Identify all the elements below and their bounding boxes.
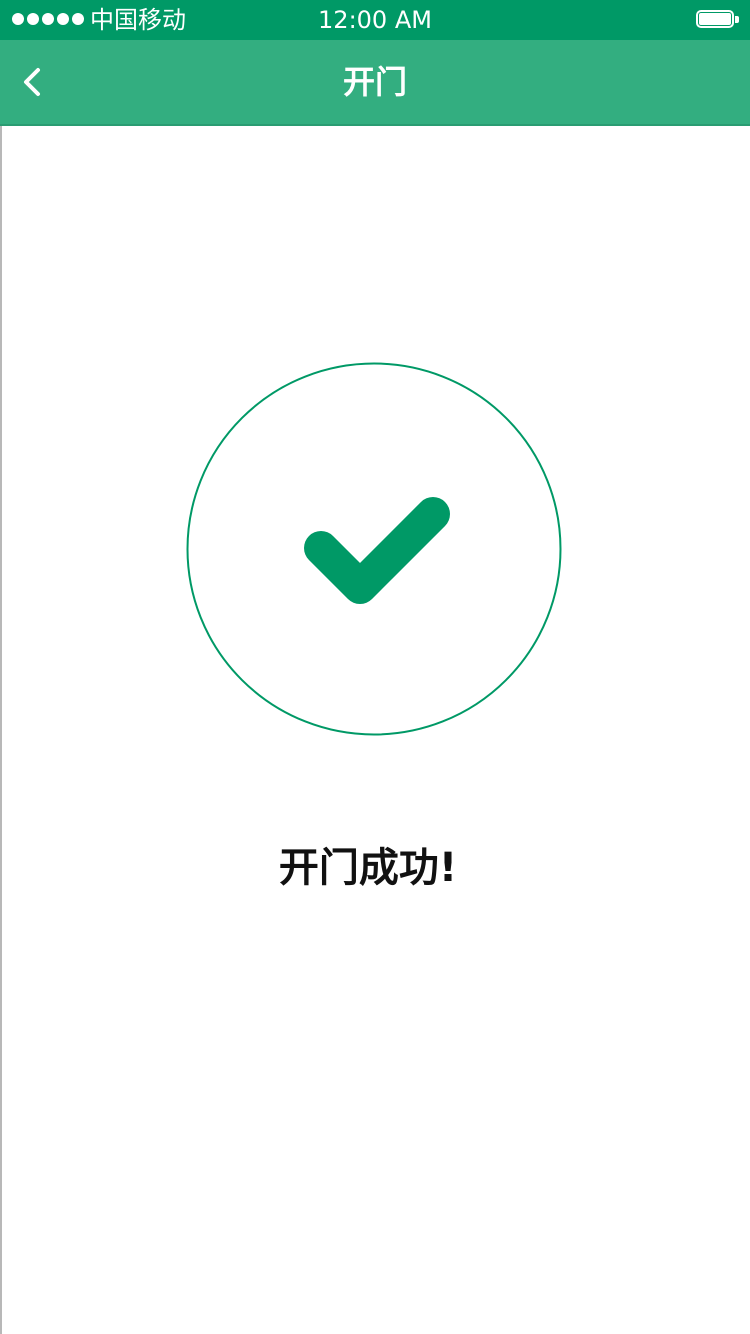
nav-bar: 开门 xyxy=(0,40,750,126)
status-time: 12:00 AM xyxy=(318,6,432,34)
screen: 中国移动 12:00 AM 开门 开门成功! xyxy=(0,0,750,1334)
battery-icon xyxy=(696,10,740,30)
success-badge xyxy=(186,362,562,736)
check-circle-icon xyxy=(186,362,562,736)
status-bar: 中国移动 12:00 AM xyxy=(0,0,750,40)
success-message: 开门成功! xyxy=(278,845,458,891)
page-title: 开门 xyxy=(342,63,407,101)
check-icon xyxy=(304,497,450,604)
left-divider xyxy=(0,126,2,1334)
